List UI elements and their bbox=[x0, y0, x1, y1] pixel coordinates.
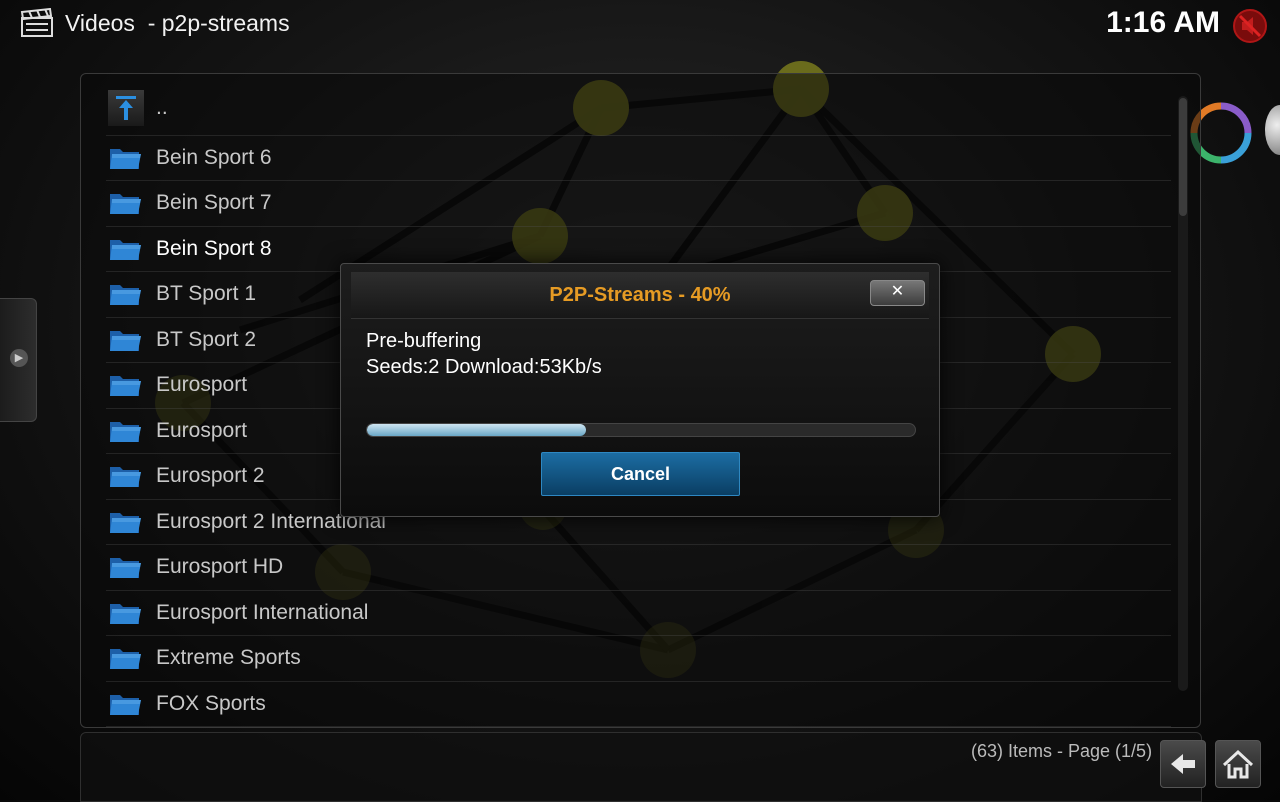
cancel-button[interactable]: Cancel bbox=[541, 452, 740, 496]
list-item-label: Eurosport bbox=[156, 418, 248, 442]
dialog-close-button[interactable]: ✕ bbox=[870, 280, 925, 306]
folder-icon bbox=[108, 236, 142, 262]
folder-icon bbox=[108, 145, 142, 171]
list-item-label: Bein Sport 7 bbox=[156, 191, 272, 214]
list-item-label: Eurosport bbox=[156, 373, 248, 396]
dialog-stats-line: Seeds:2 Download:53Kb/s bbox=[366, 356, 602, 378]
dialog-status-line: Pre-buffering bbox=[366, 330, 482, 352]
back-arrow-icon bbox=[1171, 754, 1195, 774]
top-bar: Videos - p2p-streams 1:16 AM bbox=[0, 0, 1280, 50]
list-item-label: Bein Sport 8 bbox=[156, 236, 272, 260]
dialog-title: P2P-Streams - 40% bbox=[549, 284, 731, 306]
folder-icon bbox=[108, 554, 142, 580]
folder-icon bbox=[108, 463, 142, 489]
home-icon bbox=[1222, 749, 1254, 779]
clapperboard-icon bbox=[20, 8, 53, 37]
window-title: Videos - p2p-streams bbox=[65, 10, 290, 36]
list-item-parent[interactable]: .. bbox=[106, 90, 1171, 136]
side-menu-tab[interactable]: ▶ bbox=[0, 298, 37, 422]
dialog-header: P2P-Streams - 40% ✕ bbox=[351, 272, 929, 319]
folder-icon bbox=[108, 600, 142, 626]
list-item-label: Extreme Sports bbox=[156, 646, 301, 669]
folder-icon bbox=[108, 645, 142, 671]
home-button[interactable] bbox=[1215, 740, 1261, 788]
list-item[interactable]: Extreme Sports bbox=[106, 636, 1171, 682]
items-page-count: (63) Items - Page (1/5) bbox=[971, 741, 1153, 761]
folder-icon bbox=[108, 418, 142, 444]
progress-bar-fill bbox=[367, 424, 587, 436]
clock: 1:16 AM bbox=[1106, 6, 1220, 39]
folder-icon bbox=[108, 190, 142, 216]
list-item[interactable]: Bein Sport 7 bbox=[106, 181, 1171, 227]
list-scrollbar[interactable] bbox=[1178, 96, 1188, 691]
mute-speaker-icon[interactable] bbox=[1232, 8, 1268, 44]
folder-icon bbox=[108, 691, 142, 717]
list-item-label: Eurosport HD bbox=[156, 555, 284, 578]
list-item-label: FOX Sports bbox=[156, 691, 266, 715]
list-item-label: Eurosport International bbox=[156, 600, 369, 624]
list-item-label: Bein Sport 6 bbox=[156, 145, 272, 169]
list-item[interactable]: Bein Sport 6 bbox=[106, 136, 1171, 181]
back-button[interactable] bbox=[1160, 740, 1206, 788]
list-item-label: BT Sport 1 bbox=[156, 282, 256, 305]
folder-icon bbox=[108, 509, 142, 535]
parent-folder-icon bbox=[108, 90, 144, 126]
progress-dialog: P2P-Streams - 40% ✕ Pre-buffering Seeds:… bbox=[340, 263, 940, 517]
folder-icon bbox=[108, 327, 142, 353]
list-item[interactable]: FOX Sports bbox=[106, 682, 1171, 727]
scrollbar-thumb[interactable] bbox=[1179, 98, 1187, 216]
list-item[interactable]: Eurosport International bbox=[106, 591, 1171, 636]
parent-folder-label: .. bbox=[156, 96, 168, 119]
progress-bar bbox=[366, 423, 916, 437]
list-item-label: BT Sport 2 bbox=[156, 327, 256, 351]
folder-icon bbox=[108, 372, 142, 398]
chevron-right-icon: ▶ bbox=[10, 349, 28, 367]
list-item[interactable]: Eurosport HD bbox=[106, 545, 1171, 591]
folder-icon bbox=[108, 281, 142, 307]
list-item-label: Eurosport 2 bbox=[156, 464, 265, 487]
